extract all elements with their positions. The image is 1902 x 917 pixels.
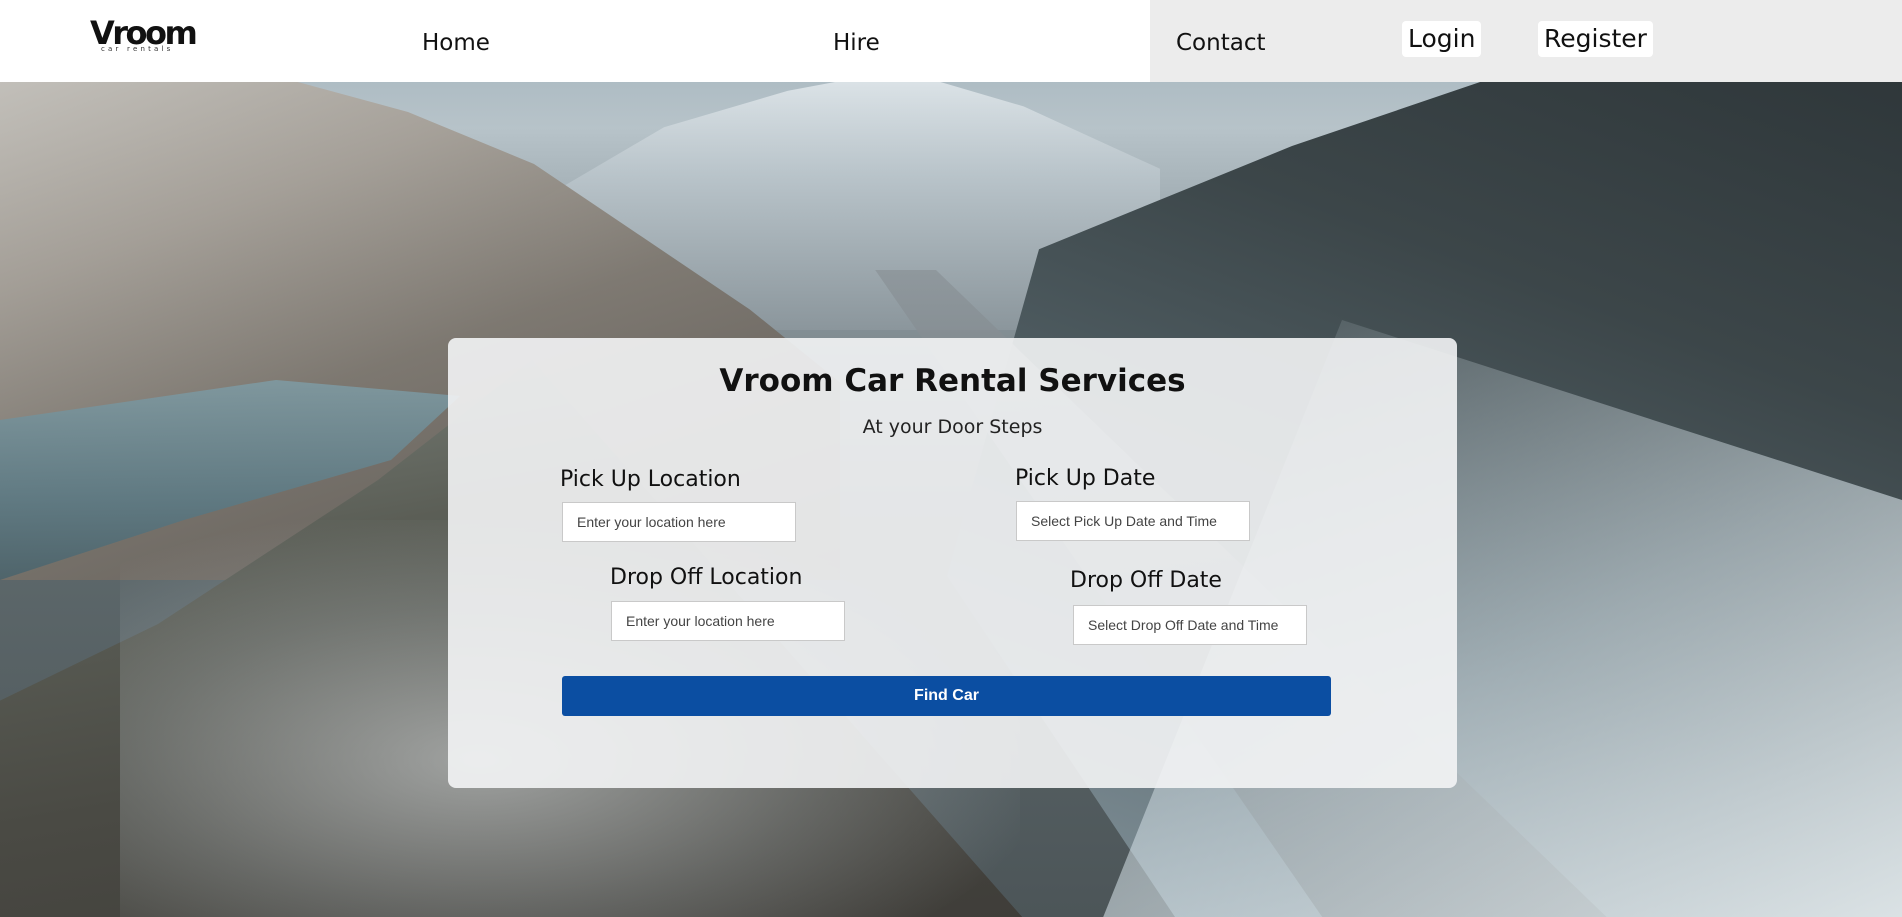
find-car-button[interactable]: Find Car xyxy=(562,676,1331,716)
logo-tagline: car rentals xyxy=(101,45,174,53)
login-button[interactable]: Login xyxy=(1402,21,1482,57)
pickup-location-label: Pick Up Location xyxy=(560,467,741,492)
nav-contact-link[interactable]: Contact xyxy=(1176,29,1265,57)
dropoff-location-input[interactable] xyxy=(611,601,845,641)
vroom-logo[interactable]: Vroom car rentals xyxy=(90,17,210,61)
dropoff-location-label: Drop Off Location xyxy=(610,565,803,590)
nav-home-link[interactable]: Home xyxy=(422,29,490,57)
dropoff-date-label: Drop Off Date xyxy=(1070,568,1222,593)
pickup-date-label: Pick Up Date xyxy=(1015,466,1156,491)
pickup-date-input[interactable] xyxy=(1016,501,1250,541)
pickup-location-input[interactable] xyxy=(562,502,796,542)
dropoff-date-input[interactable] xyxy=(1073,605,1307,645)
nav-hire-link[interactable]: Hire xyxy=(833,29,880,57)
booking-title: Vroom Car Rental Services xyxy=(719,363,1186,399)
navbar-left-section: Vroom car rentals Home Hire xyxy=(0,0,1150,82)
register-button[interactable]: Register xyxy=(1538,21,1653,57)
booking-subtitle: At your Door Steps xyxy=(862,416,1043,438)
booking-form-card: Vroom Car Rental Services At your Door S… xyxy=(448,338,1457,788)
